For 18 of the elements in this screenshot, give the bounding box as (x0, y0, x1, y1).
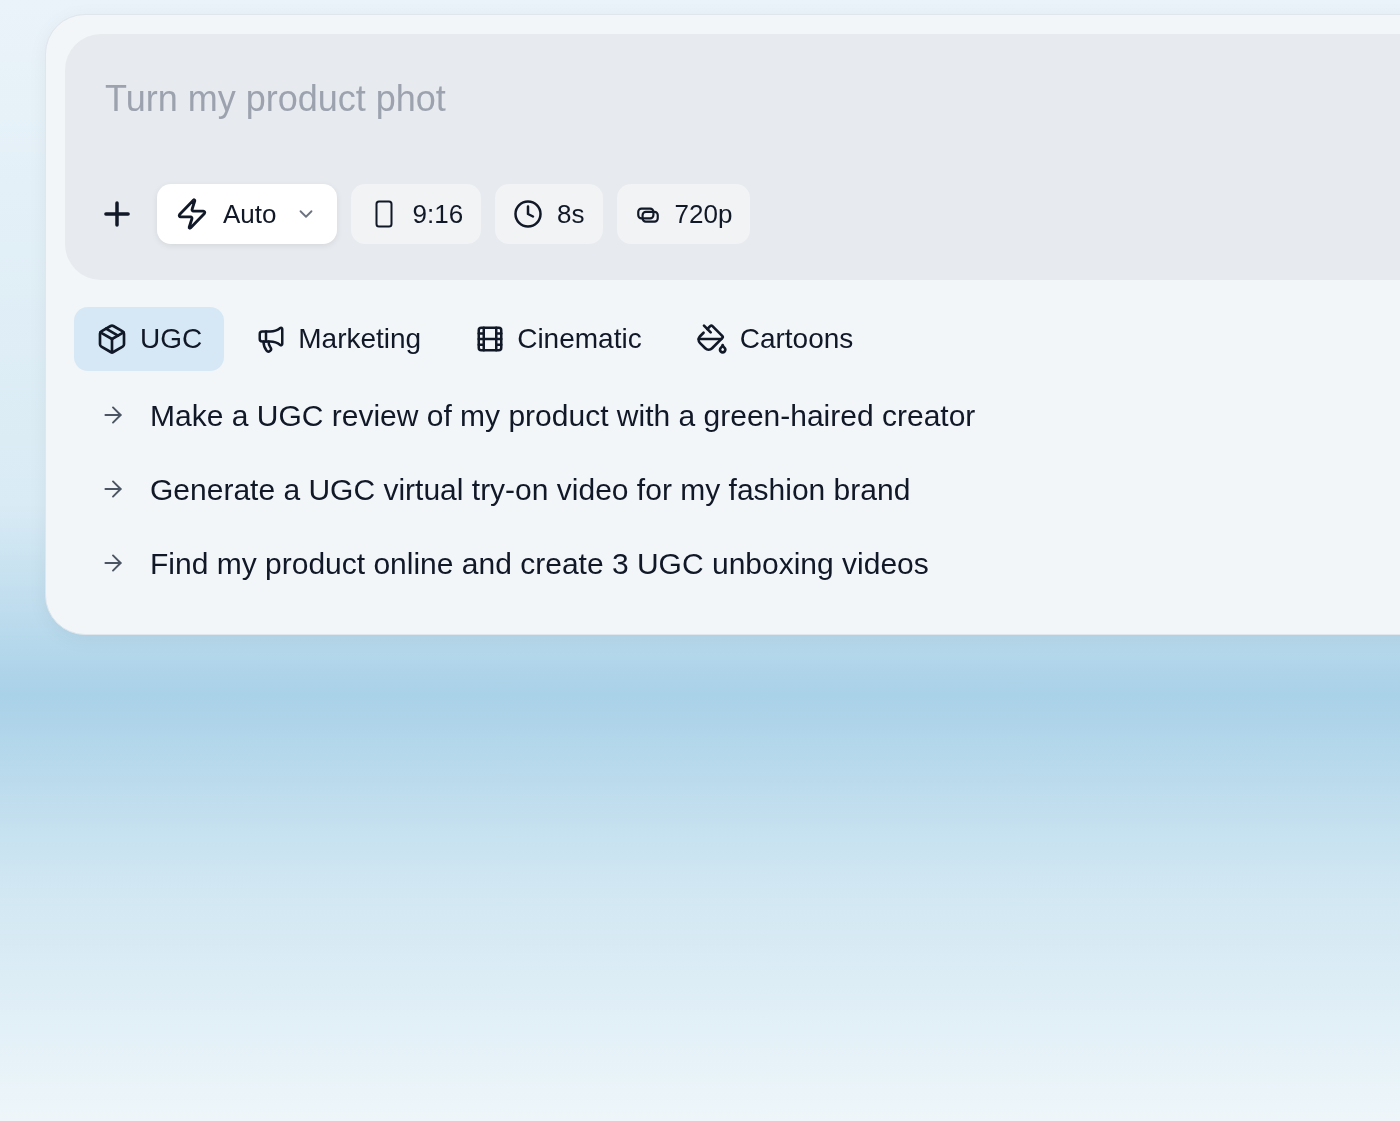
suggestion-item[interactable]: Generate a UGC virtual try-on video for my fashion brand (100, 469, 1400, 509)
category-tab[interactable]: UGC (74, 307, 225, 371)
mode-dropdown[interactable]: Auto (157, 184, 337, 244)
option-chip[interactable]: 9:16 (350, 184, 482, 244)
lightning-icon (175, 197, 209, 231)
option-chip[interactable]: 720p (616, 184, 751, 244)
option-chip[interactable]: 8s (495, 184, 603, 244)
category-tab[interactable]: Cinematic (453, 307, 664, 371)
category-tab[interactable]: Marketing (234, 307, 444, 371)
prompt-field[interactable]: Turn my product phot (105, 72, 1005, 126)
box-icon (96, 323, 128, 355)
clock-icon (513, 199, 544, 229)
suggestion-item[interactable]: Make a UGC review of my product with a green-haired creator (100, 395, 1400, 435)
category-tab[interactable]: Cartoons (673, 307, 876, 371)
suggestion-item[interactable]: Find my product online and create 3 UGC unboxing videos (100, 543, 1400, 583)
paint-bucket-icon (695, 323, 728, 355)
film-icon (475, 324, 506, 354)
megaphone-icon (256, 324, 287, 354)
